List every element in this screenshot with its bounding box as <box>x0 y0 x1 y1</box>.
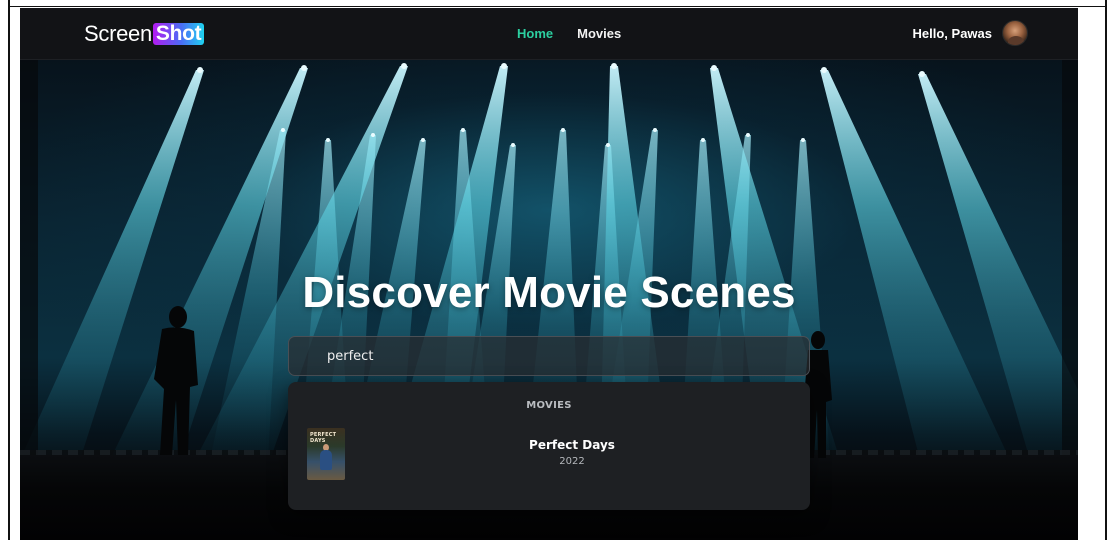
poster-title-text: PERFECT DAYS <box>310 432 337 444</box>
logo-text: Screen <box>84 21 152 46</box>
nav-links: Home Movies <box>517 26 621 41</box>
logo[interactable]: Screen Shot <box>84 20 205 48</box>
movie-poster: PERFECT DAYS <box>307 428 345 480</box>
page-border-top <box>8 6 1107 7</box>
page-border-left <box>8 0 10 540</box>
search-result-item[interactable]: PERFECT DAYS Perfect Days 2022 <box>288 428 810 482</box>
search-input[interactable] <box>289 337 809 375</box>
navbar: Screen Shot Home Movies Hello, Pawas <box>20 8 1078 60</box>
result-year: 2022 <box>559 456 585 467</box>
search-bar[interactable] <box>288 336 810 376</box>
avatar[interactable] <box>1002 20 1028 46</box>
hero-section: Discover Movie Scenes MOVIES PERFECT DAY… <box>20 60 1078 540</box>
search-results-dropdown: MOVIES PERFECT DAYS Perfect Days 2022 <box>288 382 810 510</box>
app-window: Screen Shot Home Movies Hello, Pawas Dis… <box>20 8 1078 540</box>
page-title: Discover Movie Scenes <box>302 268 796 317</box>
nav-link-movies[interactable]: Movies <box>577 26 621 41</box>
user-greeting: Hello, Pawas <box>912 25 992 41</box>
result-title: Perfect Days <box>529 438 615 452</box>
nav-link-home[interactable]: Home <box>517 26 553 41</box>
page-border-right <box>1105 0 1107 540</box>
user-menu[interactable]: Hello, Pawas <box>913 20 1028 46</box>
logo-highlight: Shot <box>152 23 205 45</box>
results-section-label: MOVIES <box>526 400 572 411</box>
silhouette-left <box>154 306 198 455</box>
poster-figure <box>320 450 332 470</box>
